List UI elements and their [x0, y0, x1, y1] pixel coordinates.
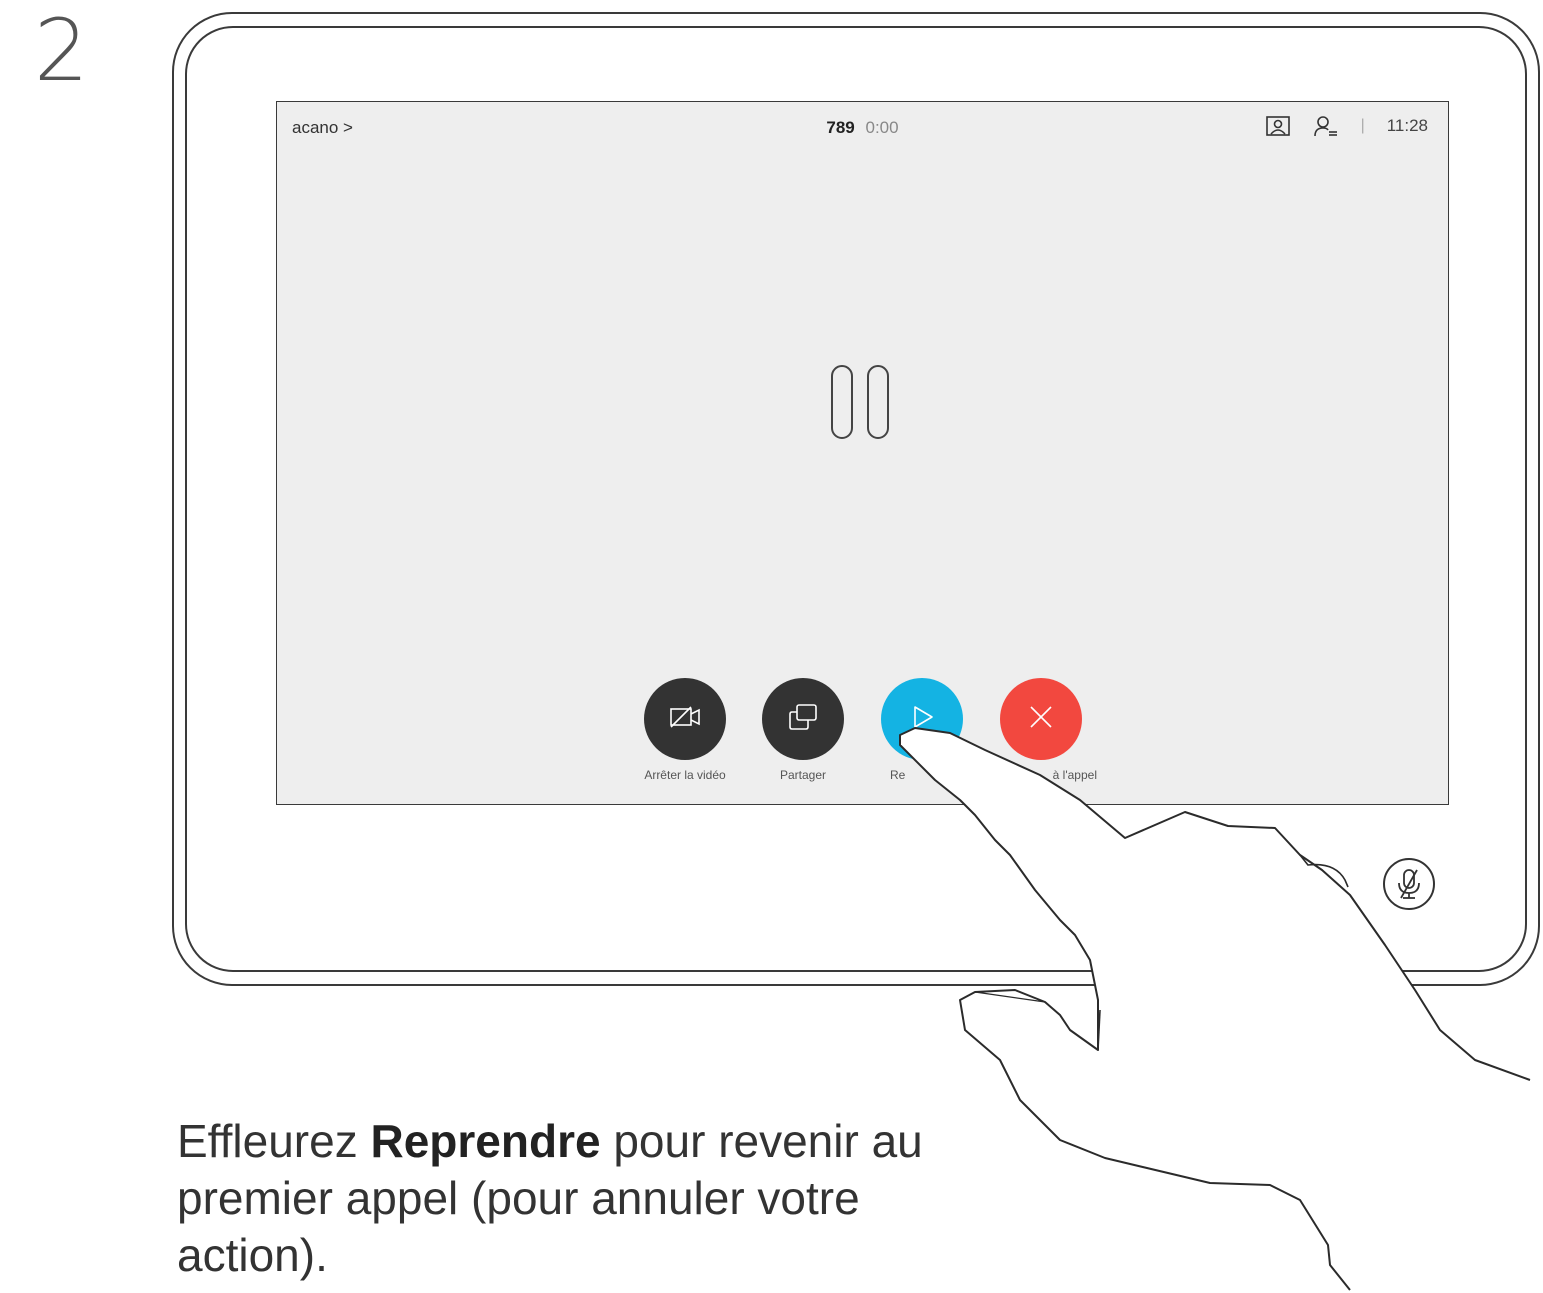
instruction-caption: Effleurez Reprendre pour revenir au prem…	[177, 1113, 937, 1284]
pointing-hand-illustration	[899, 727, 1531, 1291]
caption-bold: Reprendre	[370, 1115, 601, 1167]
caption-text-1: Effleurez	[177, 1115, 371, 1167]
